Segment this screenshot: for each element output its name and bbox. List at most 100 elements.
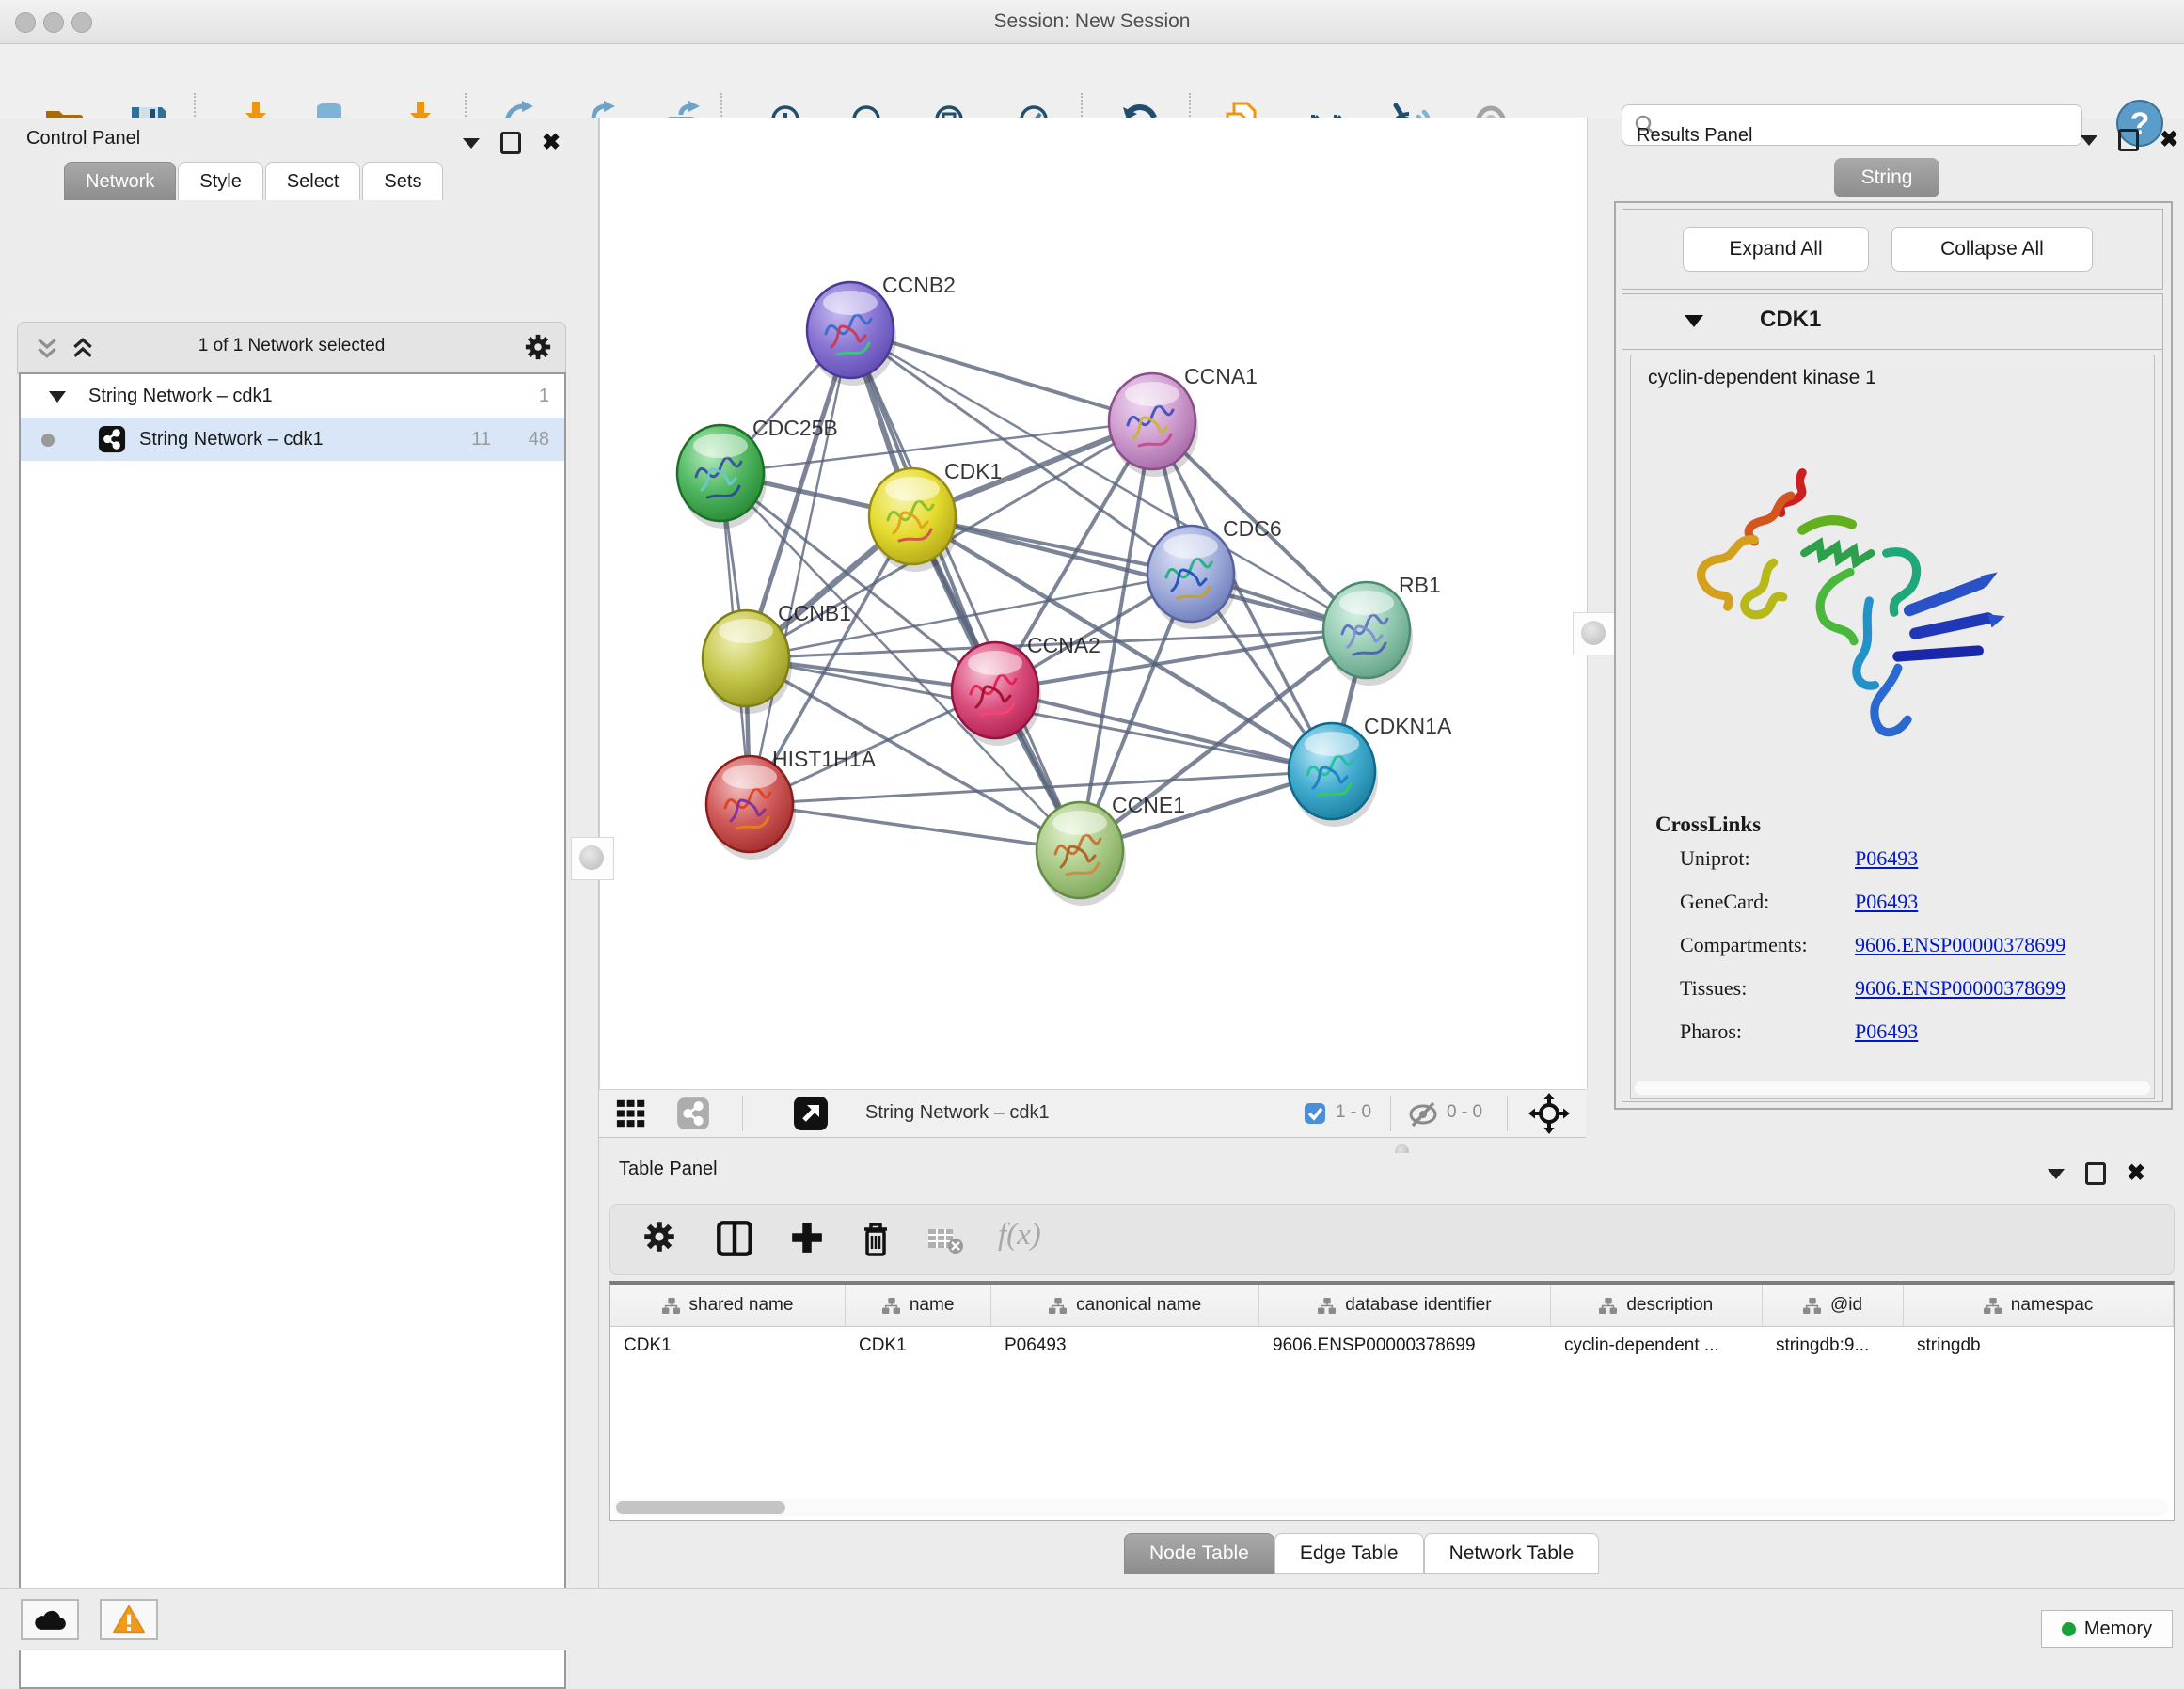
show-columns-icon[interactable] [716,1220,753,1262]
birdseye-share-icon[interactable] [676,1097,710,1135]
results-panel-header-icons: ✖ [2081,129,2178,151]
tab-network[interactable]: Network [64,162,176,200]
column-header-@id[interactable]: @id [1763,1285,1904,1326]
table-horizontal-scrollbar[interactable] [612,1499,2168,1516]
tab-string[interactable]: String [1834,158,1939,197]
column-header-name[interactable]: name [846,1285,991,1326]
string-network-graph[interactable]: CCNB2 CCNA1 CDC25B CDK1 CDC6 RB1 CCNB1 CCNA2 CDK… [600,118,1587,1089]
node-label-CCNB2: CCNB2 [882,273,956,297]
node-label-CDC25B: CDC25B [752,416,838,440]
function-builder-icon: f(x) [998,1218,1041,1253]
crosslink-link[interactable]: 9606.ENSP00000378699 [1855,933,2065,957]
node-CCNA2[interactable]: CCNA2 [952,633,1100,746]
entry-header[interactable]: CDK1 [1622,294,2162,350]
cloud-button[interactable] [21,1599,79,1640]
grid-view-icon[interactable] [616,1098,646,1133]
table-cell[interactable]: P06493 [991,1327,1259,1365]
panel-float-icon[interactable] [2085,1162,2106,1185]
network-canvas[interactable]: CCNB2 CCNA1 CDC25B CDK1 CDC6 RB1 CCNB1 CCNA2 CDK… [599,118,1588,1089]
node-table[interactable]: shared namenamecanonical namedatabase id… [609,1281,2175,1521]
expand-all-button[interactable]: Expand All [1683,227,1869,272]
node-CCNB2[interactable]: CCNB2 [807,273,956,386]
edge-HIST1H1A-CCNE1[interactable] [750,804,1080,850]
scrollbar-thumb[interactable] [616,1501,785,1514]
warning-button[interactable] [100,1599,158,1640]
column-header-database-identifier[interactable]: database identifier [1259,1285,1551,1326]
crosslink-row: Compartments:9606.ENSP00000378699 [1631,933,2154,976]
hidden-eye-slash-icon[interactable] [1406,1100,1440,1133]
node-CCNA1[interactable]: CCNA1 [1109,364,1258,477]
table-row[interactable]: CDK1CDK1P064939606.ENSP00000378699cyclin… [610,1327,2174,1365]
entry-scrollbar[interactable] [1635,1081,2150,1095]
gear-icon[interactable] [524,333,552,366]
column-header-canonical-name[interactable]: canonical name [991,1285,1259,1326]
delete-column-icon[interactable] [859,1220,893,1262]
table-cell[interactable]: CDK1 [846,1327,991,1365]
control-panel-header-icons: ✖ [463,132,561,154]
network-label: String Network – cdk1 [139,418,324,461]
node-CDK1[interactable]: CDK1 [869,459,1002,572]
tab-node-table[interactable]: Node Table [1124,1533,1274,1574]
panel-menu-icon[interactable] [2081,135,2097,146]
tab-sets[interactable]: Sets [362,162,443,200]
node-label-HIST1H1A: HIST1H1A [772,747,877,771]
column-header-shared-name[interactable]: shared name [610,1285,846,1326]
panel-float-icon[interactable] [500,132,521,154]
table-cell[interactable]: cyclin-dependent ... [1551,1327,1763,1365]
node-CDKN1A[interactable]: CDKN1A [1289,714,1452,827]
panel-float-icon[interactable] [2118,129,2139,151]
node-CCNB1[interactable]: CCNB1 [703,601,851,714]
crosslink-row: Pharos: P06493 [1631,1019,2154,1063]
panel-close-icon[interactable]: ✖ [2160,132,2178,149]
crosslink-link[interactable]: 9606.ENSP00000378699 [1855,976,2065,1001]
edges [720,330,1367,850]
table-cell[interactable]: stringdb [1904,1327,2174,1365]
crosslink-link[interactable]: P06493 [1855,1019,1918,1044]
panel-close-icon[interactable]: ✖ [542,134,561,151]
column-header-description[interactable]: description [1551,1285,1763,1326]
entry-collapse-icon[interactable] [1685,315,1703,327]
tab-edge-table[interactable]: Edge Table [1274,1533,1424,1574]
network-row[interactable]: String Network – cdk1 11 48 [21,418,564,461]
tab-network-table[interactable]: Network Table [1424,1533,1600,1574]
tree-expand-icon[interactable] [49,391,66,403]
node-CCNE1[interactable]: CCNE1 [1037,793,1185,906]
add-column-icon[interactable] [789,1220,825,1260]
crosshair-icon[interactable] [1528,1093,1570,1139]
column-header-namespac[interactable]: namespac [1904,1285,2174,1326]
table-tabs: Node TableEdge TableNetwork Table [1124,1533,1599,1574]
table-cell[interactable]: stringdb:9... [1763,1327,1904,1365]
crosslink-label: Tissues: [1680,976,1747,1001]
tab-style[interactable]: Style [178,162,262,200]
node-label-CDC6: CDC6 [1223,516,1282,541]
collapse-all-button[interactable]: Collapse All [1891,227,2093,272]
table-cell[interactable]: CDK1 [610,1327,846,1365]
crosslink-label: GeneCard: [1680,890,1769,914]
memory-button[interactable]: Memory [2041,1610,2173,1648]
panel-close-icon[interactable]: ✖ [2127,1165,2145,1182]
selected-checkbox-icon[interactable] [1304,1102,1326,1129]
panel-menu-icon[interactable] [463,138,480,149]
node-RB1[interactable]: RB1 [1323,573,1441,686]
node-CDC6[interactable]: CDC6 [1147,516,1282,629]
edge-CCNB2-HIST1H1A[interactable] [750,330,850,804]
edge-CCNB2-CCNE1[interactable] [850,330,1080,850]
network-status-dot [41,434,55,447]
tab-select[interactable]: Select [265,162,361,200]
collection-label: String Network – cdk1 [88,374,273,418]
crosslink-link[interactable]: P06493 [1855,890,1918,914]
crosslink-link[interactable]: P06493 [1855,846,1918,871]
network-selected-status: 1 of 1 Network selected [18,336,565,356]
external-view-icon[interactable] [793,1096,829,1136]
gear-icon[interactable] [642,1220,676,1258]
table-cell[interactable]: 9606.ENSP00000378699 [1259,1327,1551,1365]
network-collection-row[interactable]: String Network – cdk1 1 [21,374,564,418]
node-HIST1H1A[interactable]: HIST1H1A [706,747,877,860]
node-label-CCNE1: CCNE1 [1112,793,1185,817]
left-splitter-handle[interactable] [571,837,614,880]
hidden-counts: 0 - 0 [1447,1102,1482,1123]
crosslinks-title: CrossLinks [1655,813,1761,837]
panel-menu-icon[interactable] [2048,1169,2065,1179]
crosslink-label: Pharos: [1680,1019,1742,1044]
table-header-row: shared namenamecanonical namedatabase id… [610,1285,2174,1327]
